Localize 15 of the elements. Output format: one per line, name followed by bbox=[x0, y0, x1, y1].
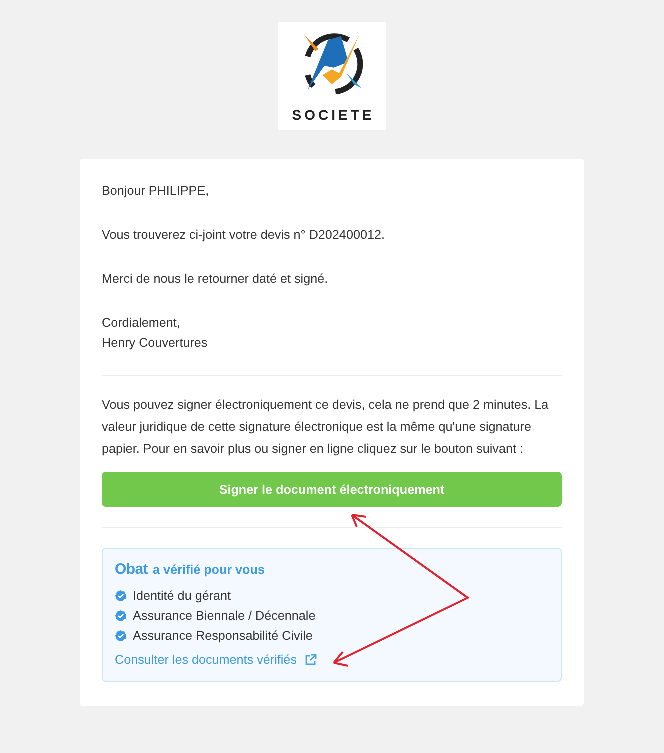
sign-button[interactable]: Signer le document électroniquement bbox=[102, 472, 562, 507]
brand-logo-text: Obat bbox=[115, 561, 148, 578]
verified-documents-link[interactable]: Consulter les documents vérifiés bbox=[115, 653, 297, 667]
signing-text: Vous pouvez signer électroniquement ce devis, cela ne prend que 2 minutes. La valeur juridique de cette signature électronique est la même qu'une signature papier. Pour en savoir plus ou signer en ligne cliquez sur le bouton suivant : bbox=[102, 397, 550, 458]
message-text: Vous trouverez ci-joint votre devis n° D202400012. bbox=[102, 227, 386, 244]
external-link-icon[interactable] bbox=[305, 654, 317, 666]
logo-text: SOCIETE bbox=[292, 107, 375, 123]
signature-text: Henry Couvertures bbox=[102, 335, 209, 352]
greeting-text: Bonjour PHILIPPE, bbox=[102, 183, 210, 200]
closing-text: Cordialement, bbox=[102, 315, 182, 332]
verified-item-text: Assurance Responsabilité Civile bbox=[133, 628, 313, 645]
verified-item-text: Identité du gérant bbox=[133, 588, 232, 605]
verification-title: a vérifié pour vous bbox=[152, 563, 265, 577]
message-text: Merci de nous le retourner daté et signé. bbox=[102, 271, 330, 288]
verified-item-text: Assurance Biennale / Décennale bbox=[133, 608, 316, 625]
